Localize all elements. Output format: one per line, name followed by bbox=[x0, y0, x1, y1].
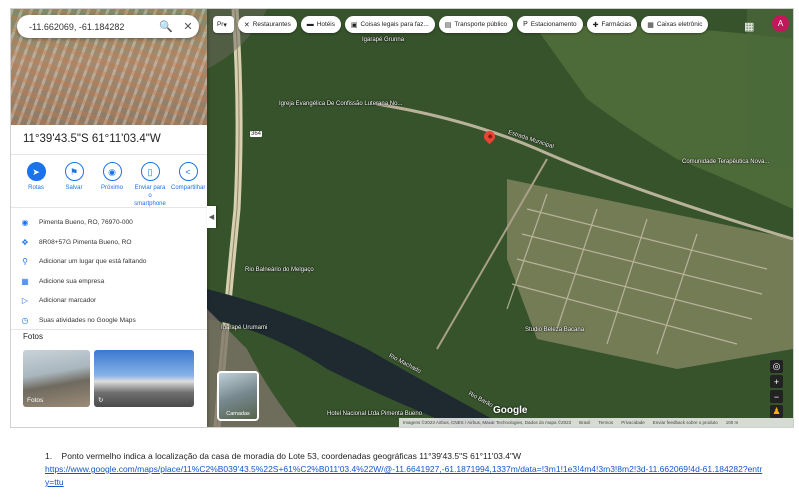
close-icon[interactable]: ✕ bbox=[177, 20, 199, 33]
map-label[interactable]: Igreja Evangélica De Confissão Luterana … bbox=[279, 101, 402, 107]
map-imagery bbox=[207, 9, 793, 427]
restaurant-icon: ✕ bbox=[243, 21, 250, 29]
zoom-in-button[interactable]: + bbox=[770, 375, 783, 388]
route-shield: 364 bbox=[250, 131, 263, 137]
place-title: 11°39'43.5"S 61°11'03.4"W bbox=[23, 133, 161, 145]
chevron-down-icon: ▾ bbox=[223, 21, 227, 29]
place-panel: -11.662069, -61.184282 🔍 ✕ 11°39'43.5"S … bbox=[11, 9, 207, 427]
map-label[interactable]: Comunidade Terapêutica Nova... bbox=[682, 159, 769, 165]
parking-icon: P bbox=[523, 21, 528, 28]
divider bbox=[11, 207, 207, 208]
location-pin-icon: ◉ bbox=[21, 218, 29, 228]
divider bbox=[11, 329, 207, 330]
chip-pharmacies[interactable]: ✚ Farmácias bbox=[586, 16, 638, 33]
chip-hotels[interactable]: ▬ Hotéis bbox=[300, 16, 341, 33]
photo-thumbnail[interactable]: Fotos bbox=[23, 350, 90, 407]
action-bar: ➤ Rotas ⚑ Salvar ◉ Próximo ▯ Enviar para o s… bbox=[19, 162, 205, 208]
hotel-icon: ▬ bbox=[306, 21, 314, 28]
collapse-panel-button[interactable]: ◀ bbox=[207, 206, 216, 228]
bookmark-icon: ⚑ bbox=[64, 162, 84, 181]
zoom-out-button[interactable]: − bbox=[770, 390, 783, 403]
chip-transit[interactable]: ▤ Transporte público bbox=[438, 16, 514, 33]
pegman-icon[interactable]: ♟ bbox=[770, 405, 783, 418]
map-label: Igarapé Grunna bbox=[362, 37, 405, 43]
street-view-icon: ↻ bbox=[98, 397, 104, 404]
share-button[interactable]: < Compartilhar bbox=[171, 162, 205, 208]
category-chips: Pr ▾ ✕ Restaurantes ▬ Hotéis ▣ Coisas legais… bbox=[213, 16, 709, 33]
business-icon: ▦ bbox=[21, 276, 29, 286]
divider bbox=[11, 154, 207, 155]
caption-number: 1. bbox=[45, 451, 53, 461]
send-phone-icon: ▯ bbox=[140, 162, 160, 181]
save-button[interactable]: ⚑ Salvar bbox=[57, 162, 91, 208]
caption-link[interactable]: https://www.google.com/maps/place/11%C2%… bbox=[45, 464, 762, 487]
search-box[interactable]: -11.662069, -61.184282 🔍 ✕ bbox=[17, 15, 199, 38]
chip-parking[interactable]: P Estacionamento bbox=[517, 16, 583, 33]
plus-code-icon: ✥ bbox=[21, 237, 29, 247]
label-icon: ▷ bbox=[21, 296, 29, 306]
chip-atms[interactable]: ▦ Caixas eletrônic bbox=[641, 16, 709, 33]
nearby-button[interactable]: ◉ Próximo bbox=[95, 162, 129, 208]
history-icon: ◷ bbox=[21, 315, 29, 325]
info-list: ◉ Pimenta Bueno, RO, 76970-000 ✥ 8R08+57G … bbox=[11, 213, 207, 330]
search-input[interactable]: -11.662069, -61.184282 bbox=[17, 22, 155, 32]
chip-attractions[interactable]: ▣ Coisas legais para faz... bbox=[344, 16, 435, 33]
layers-button[interactable]: Camadas bbox=[217, 371, 259, 421]
chip-restaurants[interactable]: ✕ Restaurantes bbox=[237, 16, 297, 33]
photos-heading: Fotos bbox=[23, 332, 44, 341]
zoom-controls: ◎ + − ♟ bbox=[770, 360, 783, 418]
atm-icon: ▦ bbox=[647, 21, 654, 29]
maps-screenshot: -11.662069, -61.184282 🔍 ✕ 11°39'43.5"S … bbox=[10, 8, 794, 428]
scale-bar[interactable]: 100 m bbox=[726, 420, 739, 425]
add-place-row[interactable]: ⚲ Adicionar um lugar que está faltando bbox=[11, 252, 207, 272]
map-label[interactable]: Hotel Nacional Ltda Pimenta Bueno bbox=[327, 411, 422, 417]
street-view-thumbnail[interactable]: ↻ bbox=[94, 350, 194, 407]
satellite-map[interactable]: Pr ▾ ✕ Restaurantes ▬ Hotéis ▣ Coisas legais… bbox=[207, 9, 793, 427]
attribution-bar: Imagens ©2023 Airbus, CNES / Airbus, Max… bbox=[399, 418, 793, 427]
nearby-icon: ◉ bbox=[102, 162, 122, 181]
search-icon[interactable]: 🔍 bbox=[155, 20, 177, 33]
share-icon: < bbox=[178, 162, 198, 181]
directions-button[interactable]: ➤ Rotas bbox=[19, 162, 53, 208]
send-to-phone-button[interactable]: ▯ Enviar para o smartphone bbox=[133, 162, 167, 208]
map-label[interactable]: Rio Balneário do Melgaço bbox=[245, 267, 314, 273]
map-label[interactable]: Studio Beleza Bacana bbox=[525, 327, 584, 333]
caption-text: Ponto vermelho indica a localização da c… bbox=[61, 451, 522, 461]
add-label-row[interactable]: ▷ Adicionar marcador bbox=[11, 291, 207, 311]
directions-icon: ➤ bbox=[26, 162, 46, 181]
apps-grid-icon[interactable]: ▦ bbox=[744, 20, 754, 33]
caption: 1. Ponto vermelho indica a localização d… bbox=[45, 450, 765, 489]
plus-code-row[interactable]: ✥ 8R08+57G Pimenta Bueno, RO bbox=[11, 233, 207, 253]
google-logo: Google bbox=[493, 405, 528, 416]
chip-dropdown[interactable]: Pr ▾ bbox=[213, 16, 234, 33]
add-place-icon: ⚲ bbox=[22, 257, 28, 267]
attractions-icon: ▣ bbox=[350, 21, 358, 29]
add-business-row[interactable]: ▦ Adicione sua empresa bbox=[11, 272, 207, 292]
activity-row[interactable]: ◷ Suas atividades no Google Maps bbox=[11, 311, 207, 331]
address-row[interactable]: ◉ Pimenta Bueno, RO, 76970-000 bbox=[11, 213, 207, 233]
avatar[interactable]: A bbox=[772, 15, 789, 32]
transit-icon: ▤ bbox=[444, 21, 452, 29]
map-label: Igarapé Urumami bbox=[221, 325, 268, 331]
compass-icon[interactable]: ◎ bbox=[770, 360, 783, 373]
pharmacy-icon: ✚ bbox=[592, 21, 599, 29]
